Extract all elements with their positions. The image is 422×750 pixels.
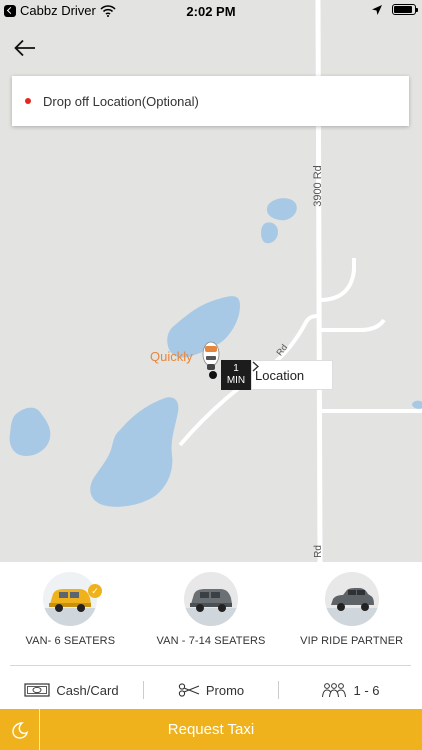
eta-value: 1 bbox=[233, 363, 239, 374]
drop-off-placeholder: Drop off Location(Optional) bbox=[43, 93, 199, 109]
status-time: 2:02 PM bbox=[186, 4, 236, 19]
checkmark-icon: ✓ bbox=[88, 584, 102, 598]
location-callout-text: Location bbox=[255, 367, 305, 383]
eta-unit: MIN bbox=[226, 375, 246, 386]
lake-left bbox=[9, 407, 51, 456]
eta-badge: 1 MIN bbox=[221, 360, 251, 390]
vehicle-option-van-7-14[interactable]: VAN - 7-14 SEATERS bbox=[141, 572, 282, 654]
location-callout[interactable]: Location bbox=[251, 360, 333, 390]
arrow-left-icon bbox=[14, 39, 35, 57]
drop-off-dot-icon bbox=[25, 98, 31, 104]
battery-icon bbox=[392, 4, 418, 15]
lake-small bbox=[261, 222, 278, 244]
schedule-ride-button[interactable] bbox=[0, 709, 40, 750]
driver-name-label: Quickly bbox=[150, 349, 193, 364]
payment-method-label: Cash/Card bbox=[56, 682, 119, 698]
battery-level bbox=[394, 6, 412, 13]
drop-off-location-field[interactable]: Drop off Location(Optional) bbox=[12, 76, 409, 126]
vehicle-label: VAN- 6 SEATERS bbox=[25, 635, 116, 647]
vehicle-option-van-6[interactable]: ✓ VAN- 6 SEATERS bbox=[0, 572, 141, 654]
vehicle-selector: ✓ VAN- 6 SEATERS VAN - 7-14 SEATERS VIP … bbox=[0, 572, 422, 654]
back-arrow-button[interactable] bbox=[12, 36, 38, 60]
payment-method-button[interactable]: Cash/Card bbox=[0, 683, 143, 698]
cash-icon bbox=[24, 683, 51, 697]
road-curve-upper bbox=[319, 258, 356, 302]
promo-button[interactable]: Promo bbox=[144, 683, 278, 698]
grey-car-icon bbox=[324, 572, 379, 626]
driver-car-marker[interactable] bbox=[200, 340, 222, 380]
road-label-bottom: Rd bbox=[312, 545, 324, 558]
seats-label: 1 - 6 bbox=[353, 682, 380, 698]
request-taxi-button[interactable]: Request Taxi bbox=[40, 709, 422, 750]
status-right bbox=[372, 4, 418, 15]
group-icon bbox=[322, 683, 347, 698]
scissors-icon bbox=[178, 683, 200, 697]
vehicle-label: VAN - 7-14 SEATERS bbox=[156, 635, 266, 647]
ride-options-panel: ✓ VAN- 6 SEATERS VAN - 7-14 SEATERS VIP … bbox=[0, 562, 422, 709]
divider bbox=[10, 665, 411, 666]
promo-label: Promo bbox=[205, 682, 245, 698]
lake-large bbox=[90, 397, 179, 507]
request-bar: Request Taxi bbox=[0, 709, 422, 750]
grey-van-icon bbox=[184, 572, 238, 626]
seats-selector[interactable]: 1 - 6 bbox=[279, 682, 422, 698]
lake-edge bbox=[412, 400, 422, 409]
moon-icon bbox=[11, 721, 28, 739]
yellow-van-icon bbox=[43, 572, 98, 626]
status-bar: Cabbz Driver 2:02 PM bbox=[0, 0, 422, 22]
road-curve-mid bbox=[320, 318, 386, 332]
ride-options-row: Cash/Card Promo 1 - 6 bbox=[0, 674, 422, 706]
location-arrow-icon bbox=[372, 4, 382, 15]
road-label-3900: 3900 Rd bbox=[311, 165, 324, 207]
lake-top-right bbox=[266, 198, 297, 221]
vehicle-option-vip[interactable]: VIP RIDE PARTNER bbox=[281, 572, 422, 654]
vehicle-label: VIP RIDE PARTNER bbox=[300, 635, 404, 647]
